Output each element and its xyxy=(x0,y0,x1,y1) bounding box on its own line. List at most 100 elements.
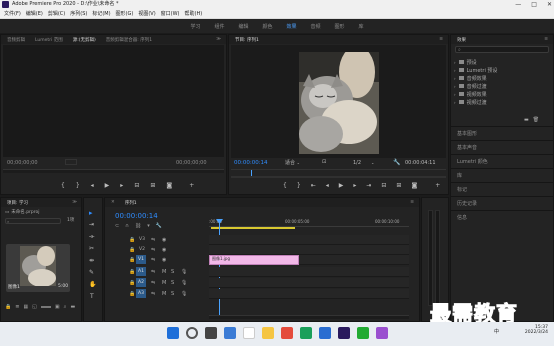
track-eye-icon[interactable]: ◉ xyxy=(162,247,166,253)
edge-icon[interactable] xyxy=(243,327,255,339)
workspace-tab-learn[interactable]: 学习 xyxy=(190,23,200,30)
workspace-tab-graphics[interactable]: 图形 xyxy=(335,23,345,30)
premiere-taskbar-icon[interactable] xyxy=(338,327,350,339)
project-search-footer-icon[interactable]: ⌕ xyxy=(64,304,67,310)
tab-project[interactable]: 项目: 学习 xyxy=(7,200,28,206)
track-label-v3[interactable]: V3 xyxy=(139,237,145,242)
video-clip[interactable]: 图像1.jpg xyxy=(209,255,299,265)
add-button-icon[interactable]: + xyxy=(189,182,194,189)
nest-icon[interactable]: ⊂ xyxy=(115,223,119,229)
mute-button[interactable]: M xyxy=(162,291,166,297)
hand-tool-icon[interactable]: ✋ xyxy=(89,281,96,288)
track-lock-icon[interactable]: 🔒 xyxy=(129,257,135,263)
workspace-tab-assembly[interactable]: 组件 xyxy=(214,23,224,30)
go-to-in-icon[interactable]: ⇤ xyxy=(311,182,316,189)
track-sync-icon[interactable]: ⇋ xyxy=(151,269,155,275)
effects-panel-menu-icon[interactable]: ≡ xyxy=(544,37,548,42)
tab-program[interactable]: 节目: 序列1 xyxy=(235,37,259,43)
step-back-icon[interactable]: ◂ xyxy=(91,182,94,189)
workspace-tab-effects[interactable]: 效果 xyxy=(287,23,297,30)
linked-selection-icon[interactable]: ⛓ xyxy=(135,223,141,229)
workspace-tab-editing[interactable]: 编辑 xyxy=(238,23,248,30)
tab-audio-mixer[interactable]: 音频剪辑混合器: 序列1 xyxy=(106,37,152,43)
tab-effects[interactable]: 效果 xyxy=(457,37,466,43)
effects-search-input[interactable]: ⌕ xyxy=(455,46,549,53)
program-viewer[interactable] xyxy=(231,45,446,158)
program-mark-out-icon[interactable]: } xyxy=(297,182,301,189)
track-label-a1[interactable]: A1 xyxy=(136,267,146,276)
work-area-bar[interactable] xyxy=(211,227,295,229)
track-lane-a2[interactable] xyxy=(209,278,409,288)
effects-tree-item[interactable]: › 预设 xyxy=(454,58,550,66)
mute-button[interactable]: M xyxy=(162,280,166,286)
track-label-v2[interactable]: V2 xyxy=(139,247,145,252)
icon-view-icon[interactable]: ▦ xyxy=(23,304,28,310)
add-marker-icon[interactable]: ▾ xyxy=(147,223,150,229)
section-libraries[interactable]: 库 xyxy=(451,168,553,182)
section-markers[interactable]: 标记 xyxy=(451,182,553,196)
menu-marker[interactable]: 标记(M) xyxy=(92,9,110,19)
minimize-button[interactable]: — xyxy=(515,0,521,9)
workspace-tab-libraries[interactable]: 库 xyxy=(359,23,364,30)
track-lane-v1[interactable]: 图像1.jpg xyxy=(209,255,409,265)
program-zoom-bar[interactable] xyxy=(231,176,446,178)
program-panel-menu-icon[interactable]: ≡ xyxy=(439,37,443,42)
timeline-settings-icon[interactable]: 🔧 xyxy=(156,223,162,229)
workspace-tab-audio[interactable]: 音频 xyxy=(311,23,321,30)
wechat-icon[interactable] xyxy=(357,327,369,339)
project-panel-menu-icon[interactable]: ≫ xyxy=(72,200,77,205)
extract-icon[interactable]: ⊞ xyxy=(396,182,401,189)
type-tool-icon[interactable]: T xyxy=(90,293,94,300)
app-icon-green[interactable] xyxy=(300,327,312,339)
ripple-edit-tool-icon[interactable]: ⟛ xyxy=(89,233,94,241)
panel-menu-icon[interactable]: ≫ xyxy=(216,37,221,42)
step-forward-icon[interactable]: ▸ xyxy=(120,182,123,189)
mark-out-icon[interactable]: } xyxy=(76,182,80,189)
overwrite-icon[interactable]: ⊞ xyxy=(150,182,155,189)
track-lock-icon[interactable]: 🔒 xyxy=(129,237,135,243)
lock-icon[interactable]: 🔒 xyxy=(5,304,11,310)
track-sync-icon[interactable]: ⇋ xyxy=(151,291,155,297)
project-search-input[interactable]: ⌕ xyxy=(5,218,61,224)
timeline-zoom-scrollbar[interactable] xyxy=(209,315,409,319)
track-sync-icon[interactable]: ⇋ xyxy=(151,247,155,253)
tab-lumetri-scopes[interactable]: Lumetri 范围 xyxy=(35,37,63,43)
section-essential-sound[interactable]: 基本声音 xyxy=(451,140,553,154)
solo-button[interactable]: S xyxy=(171,280,174,286)
menu-file[interactable]: 文件(F) xyxy=(4,9,21,19)
slip-tool-icon[interactable]: ⇹ xyxy=(89,257,94,264)
menu-sequence[interactable]: 序列(S) xyxy=(70,9,87,19)
project-clip-thumbnail[interactable]: 图像1 5:00 xyxy=(6,244,70,292)
program-mark-in-icon[interactable]: { xyxy=(283,182,287,189)
close-button[interactable]: ✕ xyxy=(547,0,552,9)
list-view-icon[interactable]: ≣ xyxy=(15,304,19,310)
program-step-forward-icon[interactable]: ▸ xyxy=(353,182,356,189)
track-sync-icon[interactable]: ⇋ xyxy=(151,257,155,263)
program-resolution-chevron-icon[interactable]: ⌄ xyxy=(371,160,374,165)
razor-tool-icon[interactable]: ✂ xyxy=(89,245,94,252)
effects-tree-item[interactable]: › 视频过渡 xyxy=(454,98,550,106)
program-play-icon[interactable]: ▶ xyxy=(339,182,344,189)
source-fit-dropdown[interactable] xyxy=(65,159,77,165)
menu-view[interactable]: 视图(V) xyxy=(138,9,155,19)
section-info[interactable]: 信息 xyxy=(451,210,553,224)
timeline-close-icon[interactable]: ✕ xyxy=(111,200,115,205)
track-lock-icon[interactable]: 🔒 xyxy=(129,291,135,297)
track-sync-icon[interactable]: ⇋ xyxy=(151,237,155,243)
program-export-frame-icon[interactable]: ◙ xyxy=(411,182,417,189)
maximize-button[interactable]: □ xyxy=(531,0,537,9)
mark-in-icon[interactable]: { xyxy=(61,182,65,189)
track-sync-icon[interactable]: ⇋ xyxy=(151,280,155,286)
section-lumetri-color[interactable]: Lumetri 颜色 xyxy=(451,154,553,168)
mic-icon[interactable]: 🎙 xyxy=(181,291,187,297)
program-safe-margins-icon[interactable]: ⊡ xyxy=(322,159,326,165)
windows-start-icon[interactable] xyxy=(167,327,179,339)
wrench-icon[interactable]: 🔧 xyxy=(393,159,400,166)
program-fit-dropdown[interactable]: 适合 ⌄ xyxy=(285,159,315,166)
effects-tree-item[interactable]: › 音频过渡 xyxy=(454,82,550,90)
pen-tool-icon[interactable]: ✎ xyxy=(89,269,94,276)
lift-icon[interactable]: ⊟ xyxy=(381,182,386,189)
track-label-a2[interactable]: A2 xyxy=(136,278,146,287)
mic-icon[interactable]: 🎙 xyxy=(181,269,187,275)
workspace-tab-color[interactable]: 颜色 xyxy=(262,23,272,30)
